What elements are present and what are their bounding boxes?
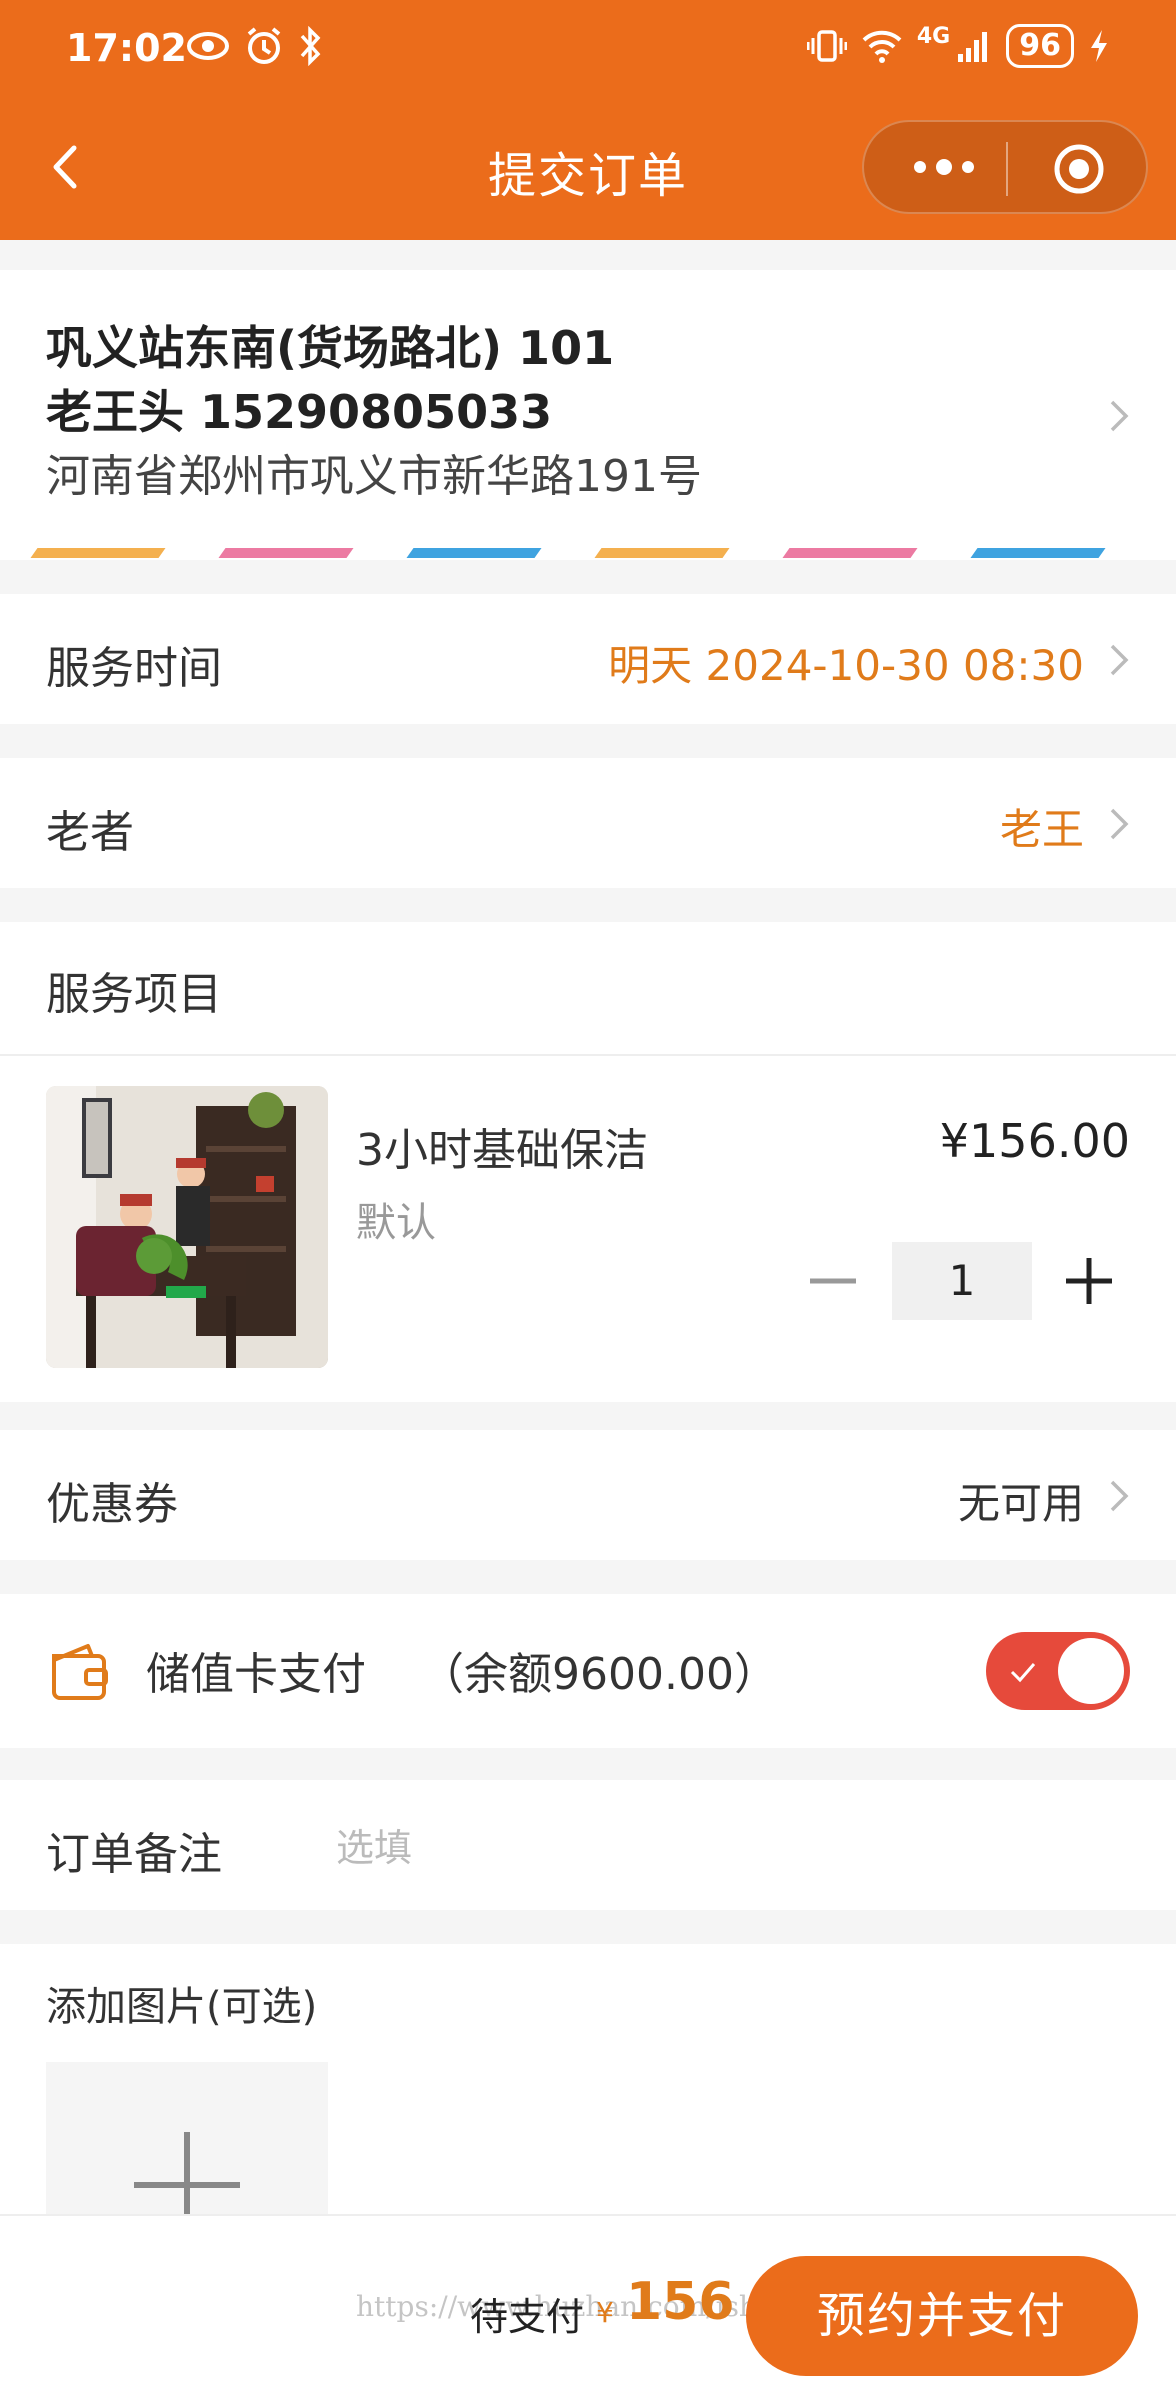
service-items-header: 服务项目 [46,969,222,1020]
status-time: 17:02 [66,26,187,70]
bluetooth-icon [300,26,321,66]
increase-quantity-button[interactable] [1056,1242,1122,1320]
coupon-value: 无可用 [957,1479,1084,1528]
target-icon [1054,144,1104,194]
divider [0,1054,1176,1056]
service-time-row[interactable]: 服务时间 明天 2024-10-30 08:30 [0,594,1176,724]
address-contact: 老王头 15290805033 [46,385,553,439]
close-miniprogram-button[interactable] [1052,142,1106,196]
product-name: 3小时基础保洁 [356,1125,648,1176]
address-detail: 河南省郑州市巩义市新华路191号 [46,451,702,502]
chevron-right-icon [1110,400,1129,432]
quantity-stepper: 1 [800,1242,1130,1320]
vibrate-icon [806,30,847,62]
add-photos-label: 添加图片(可选) [46,1984,318,2030]
top-header: 17:02 4G 96 提交订单 [0,0,1176,240]
status-bar: 17:02 4G 96 [0,0,1176,100]
elder-label: 老者 [46,807,134,858]
service-items-card: 服务项目 3小时基础保洁 默认 ¥156.00 1 [0,922,1176,1402]
remark-label: 订单备注 [46,1829,222,1880]
wifi-icon [862,30,902,63]
service-time-value: 明天 2024-10-30 08:30 [608,641,1084,690]
battery-indicator: 96 [1006,24,1074,68]
more-button[interactable] [904,142,984,192]
plus-icon [1066,1258,1112,1304]
eye-icon [187,32,229,60]
signal-icon [958,32,988,62]
service-time-label: 服务时间 [46,643,222,694]
wallet-icon [52,1644,108,1700]
chevron-right-icon [1110,808,1129,840]
quantity-value[interactable]: 1 [892,1242,1032,1320]
toggle-knob [1058,1638,1124,1704]
check-icon [1010,1663,1036,1683]
card-payment-row: 储值卡支付 （余额9600.00） [0,1594,1176,1748]
card-payment-label: 储值卡支付 [146,1649,366,1700]
elder-value: 老王 [999,805,1084,854]
product-image [46,1086,328,1368]
card-balance: （余额9600.00） [420,1649,778,1700]
nav-bar: 提交订单 [0,120,1176,220]
chevron-right-icon [1110,644,1129,676]
charging-icon [1091,30,1107,62]
elder-row[interactable]: 老者 老王 [0,758,1176,888]
pay-amount: 156 [626,2272,735,2332]
remark-input[interactable] [336,1820,1036,1876]
miniprogram-capsule [862,120,1148,214]
pay-currency: ¥ [596,2296,614,2329]
minus-icon [810,1278,856,1284]
coupon-row[interactable]: 优惠券 无可用 [0,1430,1176,1560]
address-card[interactable]: 巩义站东南(货场路北) 101 老王头 15290805033 河南省郑州市巩义… [0,270,1176,560]
product-price: ¥156.00 [939,1114,1130,1168]
add-photos-section: 添加图片(可选) [0,1944,1176,2262]
book-and-pay-button[interactable]: 预约并支付 [746,2256,1138,2376]
chevron-right-icon [1110,1480,1129,1512]
status-right-icons: 4G 96 [806,24,1110,68]
address-title: 巩义站东南(货场路北) 101 [46,321,615,375]
more-dots-icon [914,159,974,175]
decrease-quantity-button[interactable] [800,1242,866,1320]
order-remark-row: 订单备注 [0,1780,1176,1910]
alarm-icon [247,27,281,64]
product-spec: 默认 [356,1200,436,1246]
status-left-icons [186,26,324,66]
pay-label: 待支付 [470,2295,585,2339]
capsule-divider [1006,142,1008,196]
address-stripe [0,548,1176,560]
coupon-label: 优惠券 [46,1479,178,1530]
bottom-pay-bar: https://www.huzhan.com/ishop26990 待支付 ¥ … [0,2214,1176,2400]
network-type: 4G [916,24,951,49]
card-payment-toggle[interactable] [986,1632,1130,1710]
